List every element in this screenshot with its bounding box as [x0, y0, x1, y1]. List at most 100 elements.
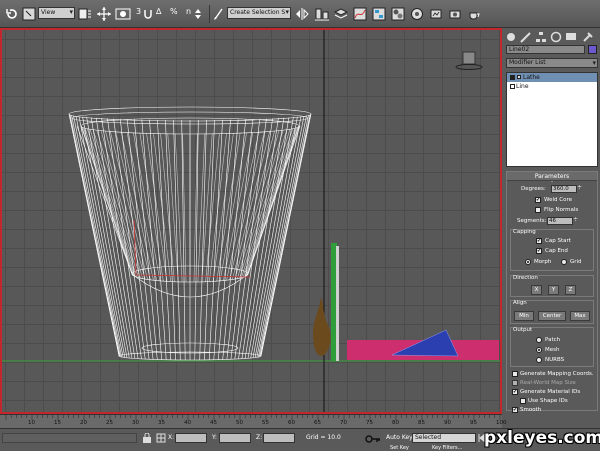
- stack-item-lathe[interactable]: Lathe: [507, 73, 597, 82]
- render-setup-icon[interactable]: [410, 6, 424, 22]
- undo-icon[interactable]: [4, 6, 20, 22]
- grid-radio[interactable]: [561, 259, 567, 265]
- utilities-tab-icon[interactable]: [582, 31, 594, 43]
- capping-group: Capping ✔ Cap Start ✔ Cap End Morph Grid: [510, 229, 594, 271]
- snap-magnet-icon[interactable]: [142, 6, 154, 22]
- use-shape-ids-label: Use Shape IDs: [528, 398, 568, 404]
- rendered-frame-window-icon[interactable]: [429, 6, 443, 22]
- degrees-label: Degrees:: [521, 186, 546, 192]
- nurbs-radio[interactable]: [536, 357, 542, 363]
- expand-icon[interactable]: [510, 84, 515, 89]
- align-min-button[interactable]: Min: [514, 311, 534, 321]
- degrees-spinner[interactable]: 360.0: [551, 185, 582, 193]
- curve-editor-icon[interactable]: [353, 6, 367, 22]
- time-ruler[interactable]: 10 15 20 25 30 35 40 45 50 55 60 65 70 75 80 85 90 95 100: [0, 414, 507, 428]
- command-panel: Line02 Modifier List ▾ Lathe Line Parame…: [502, 28, 600, 414]
- align-max-button[interactable]: Max: [570, 311, 590, 321]
- lightbulb-icon[interactable]: [510, 75, 515, 80]
- real-world-checkbox[interactable]: [512, 380, 518, 386]
- weld-core-checkbox[interactable]: ✔: [535, 197, 541, 203]
- create-tab-icon[interactable]: [505, 31, 517, 43]
- spinner-snap-toggle[interactable]: n: [186, 7, 191, 16]
- align-center-button[interactable]: Center: [538, 311, 566, 321]
- ruler-tick-label: 35: [158, 420, 165, 426]
- perspective-viewport[interactable]: [0, 28, 502, 414]
- display-tab-icon[interactable]: [565, 31, 577, 43]
- direction-title: Direction: [513, 275, 538, 281]
- segments-spinner[interactable]: 46: [547, 217, 578, 225]
- smooth-checkbox[interactable]: ✔: [512, 407, 518, 413]
- white-bar-object: [336, 246, 339, 361]
- select-by-name-icon[interactable]: [78, 6, 92, 22]
- align-title: Align: [513, 300, 527, 306]
- angle-snap-toggle[interactable]: ∆: [156, 7, 161, 16]
- use-shape-ids-checkbox[interactable]: [520, 398, 526, 404]
- edit-named-selection-icon[interactable]: [212, 6, 224, 22]
- z-coordinate-field[interactable]: [263, 433, 295, 443]
- reference-coordinate-select[interactable]: View: [38, 7, 75, 19]
- smooth-label: Smooth: [520, 407, 542, 413]
- stack-item-line[interactable]: Line: [507, 82, 597, 91]
- expand-icon[interactable]: [517, 75, 521, 79]
- layer-manager-icon[interactable]: [334, 6, 348, 22]
- object-color-swatch[interactable]: [588, 45, 597, 54]
- lock-selection-icon[interactable]: [142, 432, 152, 445]
- mesh-radio[interactable]: [536, 347, 542, 353]
- morph-radio[interactable]: [525, 259, 531, 265]
- mirror-icon[interactable]: [295, 6, 309, 22]
- modifier-list-dropdown[interactable]: Modifier List ▾: [506, 58, 598, 68]
- maxscript-listener[interactable]: [2, 433, 137, 443]
- direction-y-button[interactable]: Y: [548, 285, 559, 295]
- grid-label: Grid: [570, 259, 582, 265]
- y-coordinate-field[interactable]: [219, 433, 251, 443]
- key-mode-select[interactable]: Selected: [412, 433, 476, 443]
- modify-tab-icon[interactable]: [520, 31, 532, 43]
- generate-mapping-checkbox[interactable]: [512, 371, 518, 377]
- parameters-rollout: Parameters Degrees: 360.0 ✔ Weld Core Fl…: [506, 171, 598, 413]
- generate-mapping-label: Generate Mapping Coords.: [520, 371, 594, 377]
- ruler-tick-label: 100: [496, 420, 507, 426]
- viewcube[interactable]: [454, 50, 484, 72]
- key-filters-button[interactable]: Key Filters...: [432, 445, 462, 451]
- direction-x-button[interactable]: X: [531, 285, 542, 295]
- stack-item-label: Line: [516, 83, 529, 90]
- cap-start-checkbox[interactable]: ✔: [536, 238, 542, 244]
- cap-end-checkbox[interactable]: ✔: [536, 248, 542, 254]
- spinner-arrows-icon[interactable]: [192, 6, 204, 22]
- grid-size-display: Grid = 10.0: [306, 434, 341, 441]
- auto-key-button[interactable]: Auto Key: [386, 434, 413, 441]
- patch-radio[interactable]: [536, 337, 542, 343]
- weld-core-label: Weld Core: [544, 197, 572, 203]
- hierarchy-tab-icon[interactable]: [535, 31, 547, 43]
- parameters-rollout-title[interactable]: Parameters: [507, 172, 597, 181]
- direction-group: Direction X Y Z: [510, 275, 594, 297]
- cap-start-label: Cap Start: [545, 238, 571, 244]
- material-editor-icon[interactable]: [391, 6, 405, 22]
- set-key-button[interactable]: Set Key: [390, 445, 409, 451]
- ruler-tick-label: 50: [236, 420, 243, 426]
- modifier-stack: Lathe Line: [506, 72, 598, 167]
- render-production-icon[interactable]: [448, 6, 462, 22]
- object-name-field[interactable]: Line02: [506, 45, 585, 54]
- named-selection-set-select[interactable]: Create Selection S: [227, 7, 291, 19]
- set-key-icon[interactable]: [365, 434, 381, 446]
- generate-material-checkbox[interactable]: ✔: [512, 389, 518, 395]
- teapot-render-icon[interactable]: [467, 6, 481, 22]
- direction-z-button[interactable]: Z: [565, 285, 576, 295]
- percent-snap-toggle[interactable]: %: [170, 7, 178, 16]
- flip-normals-checkbox[interactable]: [535, 207, 541, 213]
- ruler-tick-label: 40: [184, 420, 191, 426]
- generate-material-label: Generate Material IDs: [520, 389, 581, 395]
- move-icon[interactable]: [96, 6, 112, 22]
- align-icon[interactable]: [315, 6, 329, 22]
- x-coordinate-field[interactable]: [175, 433, 207, 443]
- absolute-transform-icon[interactable]: [156, 433, 166, 445]
- ruler-ticks: [5, 415, 501, 420]
- snap-3d-toggle[interactable]: 3: [136, 7, 141, 16]
- select-object-icon[interactable]: [22, 6, 36, 22]
- render-frame-icon[interactable]: [115, 6, 131, 22]
- motion-tab-icon[interactable]: [550, 31, 562, 43]
- lathe-wireframe-cup[interactable]: [68, 106, 312, 361]
- flip-normals-label: Flip Normals: [544, 207, 579, 213]
- schematic-view-icon[interactable]: [372, 6, 386, 22]
